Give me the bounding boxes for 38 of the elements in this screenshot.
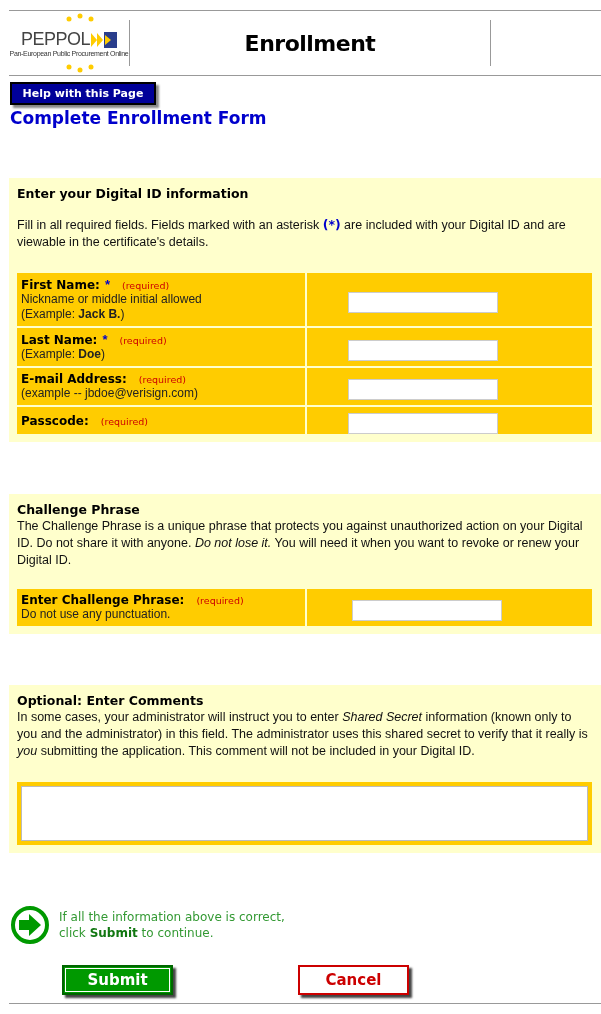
section-description: In some cases, your administrator will instruct you to enter Shared Secret information (known only to you and the administrator) in this field. The administrator uses this shared secret to verify that it really is you submitting the application. This comment will not be included in your Digital ID.: [17, 709, 589, 760]
field-hint: (example -- jbdoe@verisign.com): [21, 386, 199, 401]
section-heading: Enter your Digital ID information: [17, 186, 250, 201]
form-title: Complete Enrollment Form: [10, 108, 268, 128]
section-description: The Challenge Phrase is a unique phrase that protects you against unauthorized action on your Digital ID. Do not share it with anyone. Do not lose it. You will need it when you want to revoke or renew your Digital ID.: [17, 518, 584, 569]
field-label: First Name:: [21, 278, 100, 292]
asterisk: *: [102, 332, 108, 347]
required-note: (required): [196, 595, 244, 606]
required-note: (required): [138, 374, 186, 385]
submit-instruction: If all the information above is correct, click Submit to continue.: [59, 909, 285, 941]
asterisk: *: [104, 277, 110, 292]
logo-icon: [91, 30, 117, 49]
field-label: Passcode:: [21, 413, 89, 428]
section-description: Fill in all required fields. Fields marked with an asterisk (*) are included with your Digital ID and are viewable in the certificate's details.: [17, 216, 567, 251]
section-heading: Challenge Phrase: [17, 502, 141, 517]
required-note: (required): [100, 415, 148, 427]
text-field[interactable]: [348, 379, 498, 400]
required-note: (required): [121, 280, 170, 291]
field-hint: (Example: Jack B.): [21, 307, 126, 322]
required-note: (required): [119, 335, 167, 346]
help-button[interactable]: Help with this Page: [10, 82, 156, 105]
arrow-circle-icon: [10, 905, 50, 945]
text-field[interactable]: [348, 339, 498, 361]
field-hint: (Example: Doe): [21, 347, 107, 362]
page-header-title: Enrollment: [243, 30, 377, 56]
section-heading: Optional: Enter Comments: [17, 693, 205, 708]
comments-field[interactable]: [21, 786, 588, 841]
text-field[interactable]: [348, 413, 498, 434]
logo-text: PEPPOL: [20, 29, 90, 50]
field-label: Enter Challenge Phrase:: [21, 593, 185, 607]
cancel-button[interactable]: Cancel: [298, 965, 409, 995]
field-hint: Nickname or middle initial allowed: [21, 292, 203, 307]
submit-button[interactable]: Submit: [62, 965, 173, 995]
field-hint: Do not use any punctuation.: [21, 607, 172, 622]
field-label: Last Name:: [21, 333, 98, 347]
field-label: E-mail Address:: [21, 372, 127, 386]
text-field[interactable]: [348, 292, 498, 313]
text-field[interactable]: [352, 600, 502, 621]
